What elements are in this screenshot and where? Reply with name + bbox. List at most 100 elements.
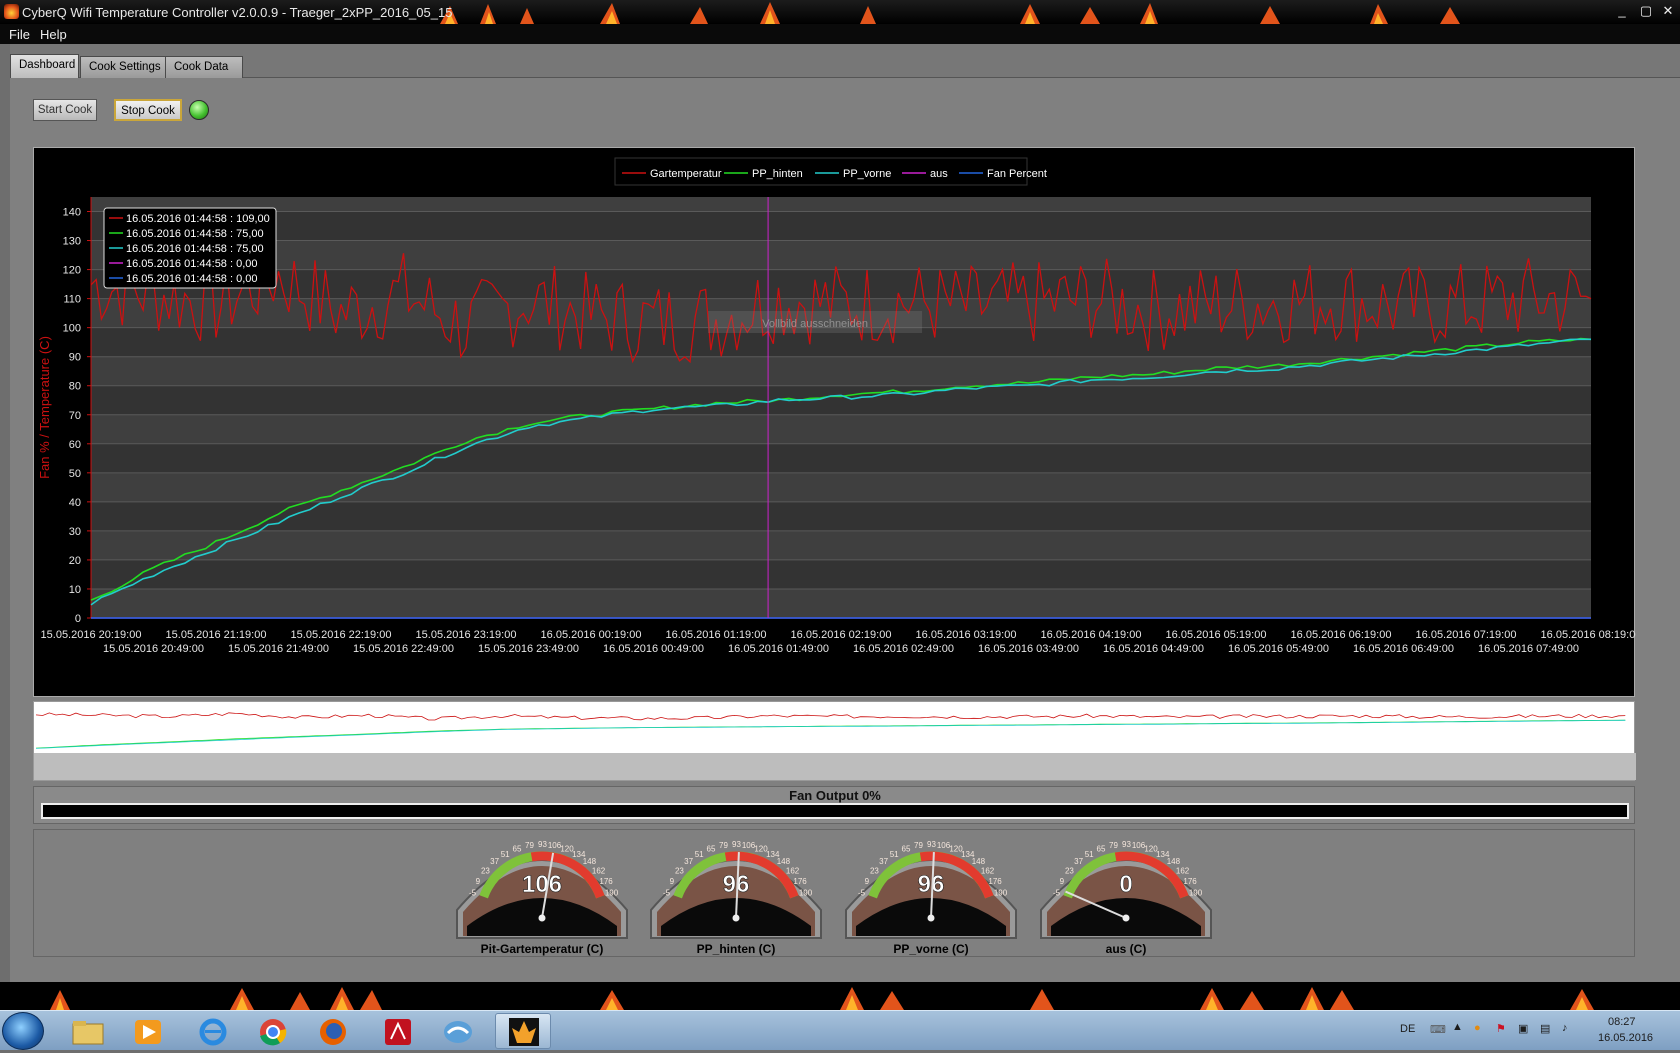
acrobat-icon[interactable] xyxy=(380,1016,416,1048)
action-center-icon[interactable]: ⚑ xyxy=(1496,1022,1506,1035)
x-tick-label: 16.05.2016 02:19:00 xyxy=(791,629,892,641)
gauge-scale-label: 65 xyxy=(902,844,911,853)
tooltip-entry: 16.05.2016 01:44:58 : 0,00 xyxy=(126,258,258,270)
overview-scroll-band[interactable] xyxy=(34,753,1636,780)
minimize-button[interactable]: _ xyxy=(1613,3,1631,19)
file-explorer-icon[interactable] xyxy=(70,1016,106,1048)
gauge-needle-hub xyxy=(1122,914,1130,922)
gauge-scale-label: 23 xyxy=(870,866,879,875)
gauge-scale-label: 176 xyxy=(1183,877,1197,886)
show-hidden-icons-icon[interactable]: ▲ xyxy=(1452,1021,1463,1033)
temperature-chart[interactable]: 0 10 20 30 40 50 60 70 80 90 100 110 120 130 140 Fan % … xyxy=(33,147,1636,697)
stop-cook-button[interactable]: Stop Cook xyxy=(114,99,182,121)
gauge-dial: -5923375165 79 93 106 12013414816217619096 xyxy=(650,840,822,939)
clock-date[interactable]: 16.05.2016 xyxy=(1598,1032,1653,1044)
gauge-scale-label: 190 xyxy=(1189,889,1203,898)
mail-icon[interactable] xyxy=(440,1016,476,1048)
maximize-button[interactable]: ▢ xyxy=(1637,3,1655,19)
network-icon[interactable]: ▤ xyxy=(1540,1022,1550,1035)
gauge-scale-label: 65 xyxy=(1097,844,1106,853)
gauge-label: PP_hinten (C) xyxy=(696,942,776,956)
firefox-icon[interactable] xyxy=(315,1016,351,1048)
chart-overview-navigator[interactable] xyxy=(33,701,1636,781)
menu-file[interactable]: File xyxy=(9,27,30,42)
gauge-needle-hub xyxy=(538,914,546,922)
fan-output-bar xyxy=(41,803,1629,819)
gauge-pp-vorne: -5 9 23 37 51 65 79 93 106 120 134 148 162 176 190 96 P… xyxy=(836,830,1026,958)
windows-start-icon[interactable] xyxy=(2,1012,44,1050)
gauge-value: 0 xyxy=(1119,871,1132,898)
keyboard-icon[interactable]: ⌨ xyxy=(1430,1023,1446,1036)
plot-band xyxy=(91,559,1591,589)
gauge-scale-label: 190 xyxy=(605,889,619,898)
cyberq-app-icon[interactable] xyxy=(495,1013,551,1049)
x-tick-label: 16.05.2016 03:49:00 xyxy=(978,643,1079,655)
x-tick-label: 15.05.2016 23:19:00 xyxy=(416,629,517,641)
gauge-scale-label: 79 xyxy=(525,841,534,850)
start-cook-button[interactable]: Start Cook xyxy=(33,99,97,121)
gauge-scale-label: 190 xyxy=(994,889,1008,898)
language-indicator[interactable]: DE xyxy=(1400,1023,1415,1035)
media-player-icon[interactable] xyxy=(130,1016,166,1048)
gauge-scale-label: 162 xyxy=(1176,866,1190,875)
gauge-scale-label: 93 xyxy=(732,840,741,849)
gauge-scale-label: 190 xyxy=(799,889,813,898)
gauge-scale-label: 9 xyxy=(1060,877,1065,886)
gauge-value: 96 xyxy=(723,871,750,898)
x-tick-label: 16.05.2016 02:49:00 xyxy=(853,643,954,655)
x-tick-label: 16.05.2016 07:19:00 xyxy=(1416,629,1517,641)
y-tick-label: 130 xyxy=(63,236,81,248)
tray-app-icon[interactable]: ● xyxy=(1474,1022,1481,1034)
gauge-label: PP_vorne (C) xyxy=(893,942,969,956)
volume-icon[interactable]: ♪ xyxy=(1562,1022,1568,1034)
legend-entry: aus xyxy=(930,168,948,180)
y-tick-label: 40 xyxy=(69,497,81,509)
tab-cook-settings[interactable]: Cook Settings xyxy=(80,56,173,78)
tab-dashboard[interactable]: Dashboard xyxy=(10,54,79,78)
overview-svg xyxy=(35,712,1626,749)
chrome-icon[interactable] xyxy=(255,1016,291,1048)
gauge-scale-label: 23 xyxy=(481,866,490,875)
y-tick-label: 70 xyxy=(69,410,81,422)
x-tick-label: 16.05.2016 07:49:00 xyxy=(1478,643,1579,655)
plot-band xyxy=(91,443,1591,473)
gauge-scale-label: -5 xyxy=(858,889,866,898)
y-tick-label: 0 xyxy=(75,613,81,625)
gauge-pp-hinten: -5 9 23 37 51 65 79 93 106 120 134 148 162 176 190 96 P… xyxy=(641,830,831,958)
y-tick-label: 30 xyxy=(69,526,81,538)
x-tick-label: 15.05.2016 20:49:00 xyxy=(103,643,204,655)
gauge-scale-label: 93 xyxy=(1122,840,1131,849)
gauge-scale-label: 51 xyxy=(890,850,899,859)
overview-series-line xyxy=(35,712,1626,721)
y-tick-label: 80 xyxy=(69,381,81,393)
x-tick-label: 15.05.2016 21:49:00 xyxy=(228,643,329,655)
internet-explorer-icon[interactable] xyxy=(195,1016,231,1048)
status-led-icon xyxy=(189,100,209,120)
y-tick-label: 20 xyxy=(69,555,81,567)
gauge-label: Pit-Gartemperatur (C) xyxy=(480,942,604,956)
clock-time[interactable]: 08:27 xyxy=(1608,1016,1636,1028)
chart-svg: 0 10 20 30 40 50 60 70 80 90 100 110 120 130 140 Fan % … xyxy=(37,157,1636,655)
gauge-scale-label: 148 xyxy=(1167,857,1181,866)
gauge-scale-label: 148 xyxy=(972,857,986,866)
gauge-aus: -5 9 23 37 51 65 79 93 106 120 134 148 162 176 190 0 au… xyxy=(1031,830,1221,958)
flame-decoration-bottom xyxy=(0,982,1680,1010)
legend-entry: Fan Percent xyxy=(987,168,1047,180)
gauge-scale-label: 65 xyxy=(513,844,522,853)
close-button[interactable]: ✕ xyxy=(1659,3,1677,19)
menu-help[interactable]: Help xyxy=(40,27,67,42)
x-tick-label: 16.05.2016 05:49:00 xyxy=(1228,643,1329,655)
legend-entry: Gartemperatur xyxy=(650,168,722,180)
tooltip-entry: 16.05.2016 01:44:58 : 75,00 xyxy=(126,243,264,255)
y-tick-label: 110 xyxy=(63,294,81,306)
gauge-scale-label: 65 xyxy=(707,844,716,853)
y-tick-label: 50 xyxy=(69,468,81,480)
overview-series-line xyxy=(35,719,1626,749)
gauge-scale-label: 93 xyxy=(927,840,936,849)
system-tray: DE ⌨ ▲ ● ⚑ ▣ ▤ ♪ 08:27 16.05.2016 xyxy=(1390,1011,1680,1051)
gauge-scale-label: 23 xyxy=(675,866,684,875)
device-icon[interactable]: ▣ xyxy=(1518,1022,1528,1035)
gauge-scale-label: 37 xyxy=(879,857,888,866)
x-tick-label: 16.05.2016 08:19:00 xyxy=(1541,629,1636,641)
tab-cook-data[interactable]: Cook Data xyxy=(165,56,243,78)
